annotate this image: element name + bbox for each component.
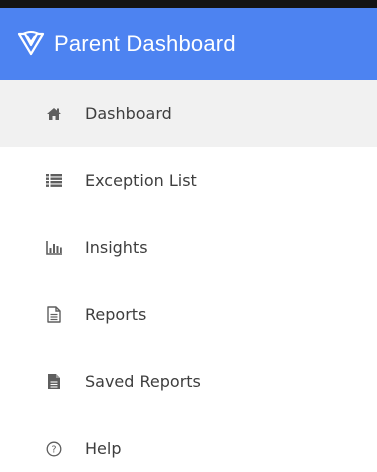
bar-chart-icon	[45, 239, 63, 257]
sidebar-item-label: Reports	[85, 305, 147, 324]
sidebar-item-saved-reports[interactable]: Saved Reports	[0, 348, 377, 415]
help-circle-icon: ?	[45, 440, 63, 458]
sidebar-item-dashboard[interactable]: Dashboard	[0, 80, 377, 147]
sidebar-item-label: Help	[85, 439, 122, 458]
sidebar-nav: Dashboard Exception List Insights Report…	[0, 80, 377, 472]
sidebar-item-label: Exception List	[85, 171, 197, 190]
app-title: Parent Dashboard	[54, 31, 236, 56]
sidebar-item-reports[interactable]: Reports	[0, 281, 377, 348]
sidebar-item-label: Insights	[85, 238, 148, 257]
document-outline-icon	[45, 306, 63, 324]
sidebar-item-insights[interactable]: Insights	[0, 214, 377, 281]
sidebar-item-label: Dashboard	[85, 104, 172, 123]
svg-text:?: ?	[51, 444, 56, 455]
list-icon	[45, 172, 63, 190]
shield-heart-logo-icon	[16, 29, 46, 59]
app-header: Parent Dashboard	[0, 8, 377, 80]
home-icon	[45, 105, 63, 123]
sidebar-item-help[interactable]: ? Help	[0, 415, 377, 472]
window-top-strip	[0, 0, 377, 8]
sidebar-item-label: Saved Reports	[85, 372, 201, 391]
document-filled-icon	[45, 373, 63, 391]
sidebar-item-exception-list[interactable]: Exception List	[0, 147, 377, 214]
